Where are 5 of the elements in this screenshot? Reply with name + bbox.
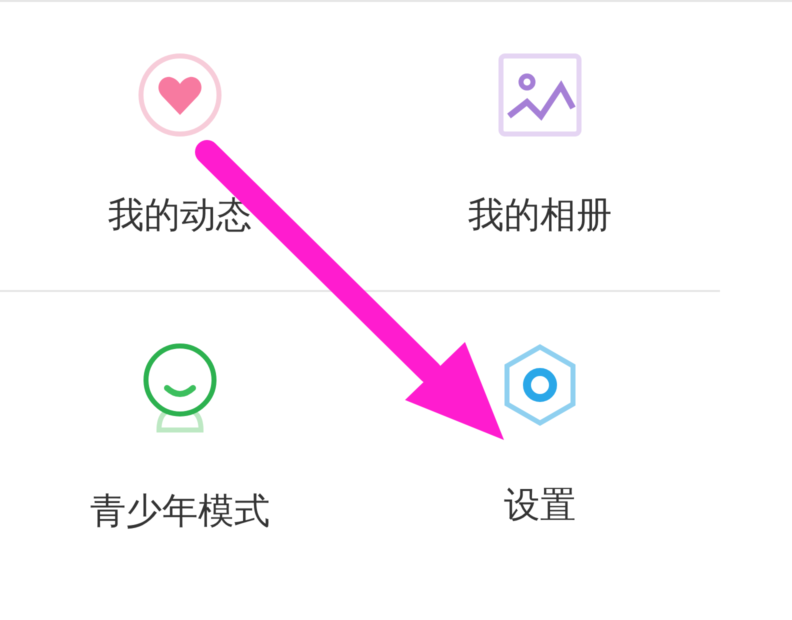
menu-label[interactable]: 我的相册 <box>468 194 612 238</box>
menu-label[interactable]: 青少年模式 <box>90 490 270 534</box>
picture-icon <box>497 52 583 138</box>
menu-label[interactable]: 我的动态 <box>108 194 252 238</box>
menu-label[interactable]: 设置 <box>504 484 576 528</box>
